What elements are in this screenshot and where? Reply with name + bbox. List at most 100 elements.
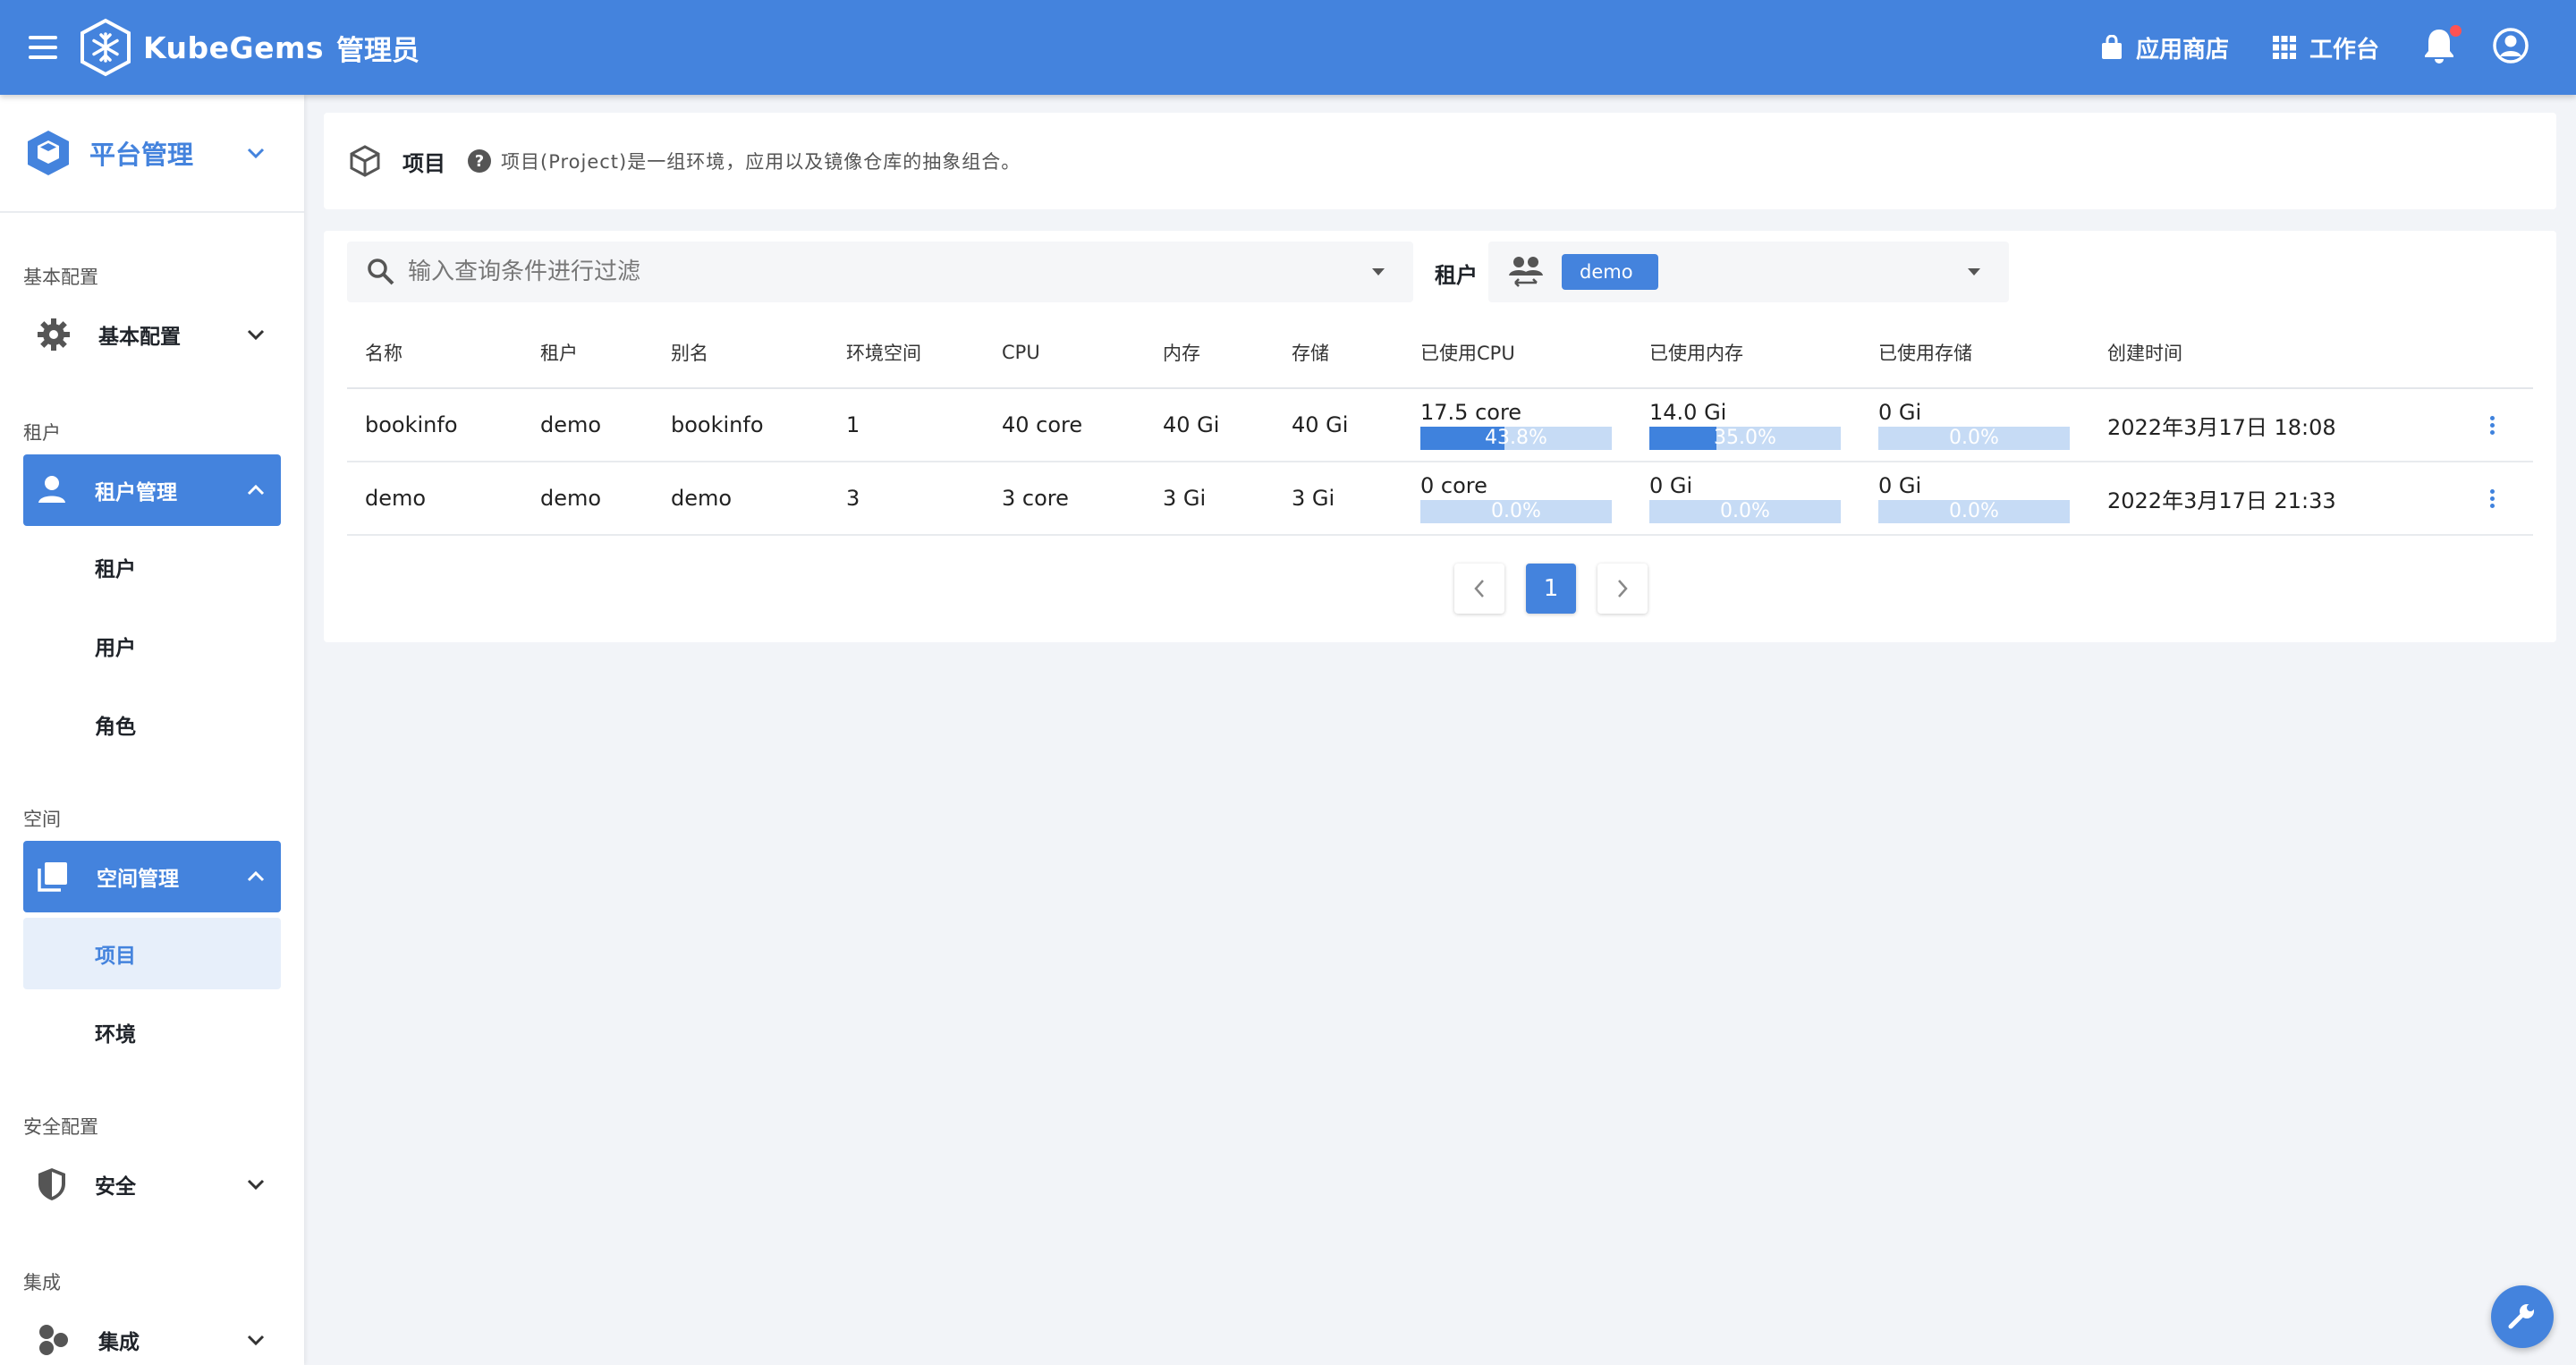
cube-icon xyxy=(28,131,69,175)
table-header-row: 名称 租户 别名 环境空间 CPU 内存 存储 已使用CPU 已使用内存 已使用… xyxy=(347,317,2533,389)
column-header[interactable]: 已使用CPU xyxy=(1402,317,1631,389)
workbench-label: 工作台 xyxy=(2309,36,2379,64)
nav-group-tenant-management[interactable]: 租户管理 xyxy=(23,454,281,526)
gear-icon xyxy=(38,318,70,351)
nav-group-label: 基本配置 xyxy=(98,326,181,349)
cell-memory: 40 Gi xyxy=(1145,388,1274,462)
sidebar-item-tenants[interactable]: 租户 xyxy=(23,531,281,603)
progress-percent: 0.0% xyxy=(1949,500,1999,522)
page-header: 项目 ? 项目(Project)是一组环境，应用以及镜像仓库的抽象组合。 xyxy=(324,113,2556,209)
more-vert-icon[interactable] xyxy=(2483,415,2501,435)
column-header[interactable]: 已使用内存 xyxy=(1631,317,1860,389)
cell-used-cpu: 17.5 core 43.8% xyxy=(1402,388,1631,462)
caret-down-icon[interactable] xyxy=(1370,267,1386,277)
cell-used-cpu: 0 core 0.0% xyxy=(1402,462,1631,536)
column-header[interactable]: 已使用存储 xyxy=(1860,317,2089,389)
prev-page-button[interactable] xyxy=(1454,564,1504,614)
nav-group-basic-config[interactable]: 基本配置 xyxy=(23,299,281,370)
hexagons-icon xyxy=(39,1325,68,1355)
column-header[interactable]: 内存 xyxy=(1145,317,1274,389)
cell-alias: bookinfo xyxy=(653,388,828,462)
platform-switcher[interactable]: 平台管理 xyxy=(0,95,304,213)
more-vert-icon[interactable] xyxy=(2483,488,2501,508)
cell-storage: 3 Gi xyxy=(1274,462,1402,536)
cell-used-storage: 0 Gi 0.0% xyxy=(1860,388,2089,462)
cell-cpu: 40 core xyxy=(984,388,1145,462)
shopping-bag-icon xyxy=(2101,35,2122,59)
kubegems-logo-icon xyxy=(80,18,131,77)
section-title-basic: 基本配置 xyxy=(23,267,98,288)
workbench-link[interactable]: 工作台 xyxy=(2272,31,2379,64)
used-storage-progress: 0.0% xyxy=(1878,500,2070,523)
projects-card: 租户 demo 名称 租户 别名 环境空间 CPU 内存 存储 xyxy=(324,231,2556,642)
sidebar-item-roles[interactable]: 角色 xyxy=(23,689,281,760)
chevron-down-icon xyxy=(247,1179,265,1191)
page-button-current[interactable]: 1 xyxy=(1526,564,1576,614)
tenant-select[interactable]: demo xyxy=(1488,242,2009,302)
notification-button[interactable] xyxy=(2422,25,2462,68)
chevron-down-icon xyxy=(247,329,265,341)
search-input[interactable] xyxy=(408,245,1338,299)
section-title-space: 空间 xyxy=(23,809,61,830)
cell-storage: 40 Gi xyxy=(1274,388,1402,462)
column-header-actions xyxy=(2465,317,2533,389)
cell-created: 2022年3月17日 21:33 xyxy=(2089,462,2465,536)
section-title-integration: 集成 xyxy=(23,1272,61,1293)
cell-envs: 3 xyxy=(828,462,984,536)
search-box[interactable] xyxy=(347,242,1413,302)
nav-group-label: 集成 xyxy=(98,1331,140,1354)
chevron-down-icon xyxy=(247,1335,265,1346)
top-bar: KubeGems 管理员 应用商店 工作台 xyxy=(0,0,2576,95)
next-page-button[interactable] xyxy=(1597,564,1648,614)
column-header[interactable]: 别名 xyxy=(653,317,828,389)
used-storage-progress: 0.0% xyxy=(1878,427,2070,450)
cell-actions xyxy=(2465,388,2533,462)
cell-used-storage: 0 Gi 0.0% xyxy=(1860,462,2089,536)
tools-fab-button[interactable] xyxy=(2491,1285,2554,1348)
column-header[interactable]: CPU xyxy=(984,317,1145,389)
sidebar-item-users[interactable]: 用户 xyxy=(23,610,281,682)
column-header[interactable]: 租户 xyxy=(522,317,653,389)
caret-down-icon[interactable] xyxy=(1966,267,1982,277)
column-header[interactable]: 环境空间 xyxy=(828,317,984,389)
column-header[interactable]: 存储 xyxy=(1274,317,1402,389)
column-header[interactable]: 创建时间 xyxy=(2089,317,2465,389)
cell-used-memory: 0 Gi 0.0% xyxy=(1631,462,1860,536)
progress-percent: 0.0% xyxy=(1720,500,1770,522)
svg-text:?: ? xyxy=(475,152,484,171)
chevron-up-icon xyxy=(247,870,265,882)
table-row[interactable]: bookinfo demo bookinfo 1 40 core 40 Gi 4… xyxy=(347,388,2533,462)
table-row[interactable]: demo demo demo 3 3 core 3 Gi 3 Gi 0 core… xyxy=(347,462,2533,536)
used-cpu-progress: 0.0% xyxy=(1420,500,1612,523)
app-store-label: 应用商店 xyxy=(2135,36,2229,64)
used-storage-value: 0 Gi xyxy=(1878,400,1922,425)
search-icon xyxy=(368,259,394,285)
progress-percent: 0.0% xyxy=(1491,500,1541,522)
column-header[interactable]: 名称 xyxy=(347,317,522,389)
account-switch-icon xyxy=(1509,257,1543,287)
apps-grid-icon xyxy=(2272,36,2296,59)
chevron-left-icon xyxy=(1474,580,1484,598)
tenant-chip[interactable]: demo xyxy=(1562,254,1658,290)
account-button[interactable] xyxy=(2492,27,2529,68)
progress-percent: 43.8% xyxy=(1485,427,1547,449)
wrench-icon xyxy=(2508,1304,2534,1329)
pagination: 1 xyxy=(1454,564,1648,614)
cell-used-memory: 14.0 Gi 35.0% xyxy=(1631,388,1860,462)
nav-group-security[interactable]: 安全 xyxy=(23,1149,281,1220)
cell-name: bookinfo xyxy=(347,388,522,462)
library-icon xyxy=(38,862,67,892)
cube-outline-icon xyxy=(350,145,380,177)
sidebar-item-environments[interactable]: 环境 xyxy=(23,996,281,1068)
cell-alias: demo xyxy=(653,462,828,536)
menu-icon[interactable] xyxy=(16,21,70,74)
help-circle-icon[interactable]: ? xyxy=(467,148,492,174)
nav-group-integration[interactable]: 集成 xyxy=(23,1304,281,1365)
cell-tenant: demo xyxy=(522,462,653,536)
account-circle-icon xyxy=(2493,28,2529,64)
app-store-link[interactable]: 应用商店 xyxy=(2100,31,2229,64)
used-memory-value: 14.0 Gi xyxy=(1649,400,1727,425)
nav-group-space-management[interactable]: 空间管理 xyxy=(23,841,281,912)
sidebar-item-projects[interactable]: 项目 xyxy=(23,918,281,989)
used-memory-progress: 35.0% xyxy=(1649,427,1841,450)
